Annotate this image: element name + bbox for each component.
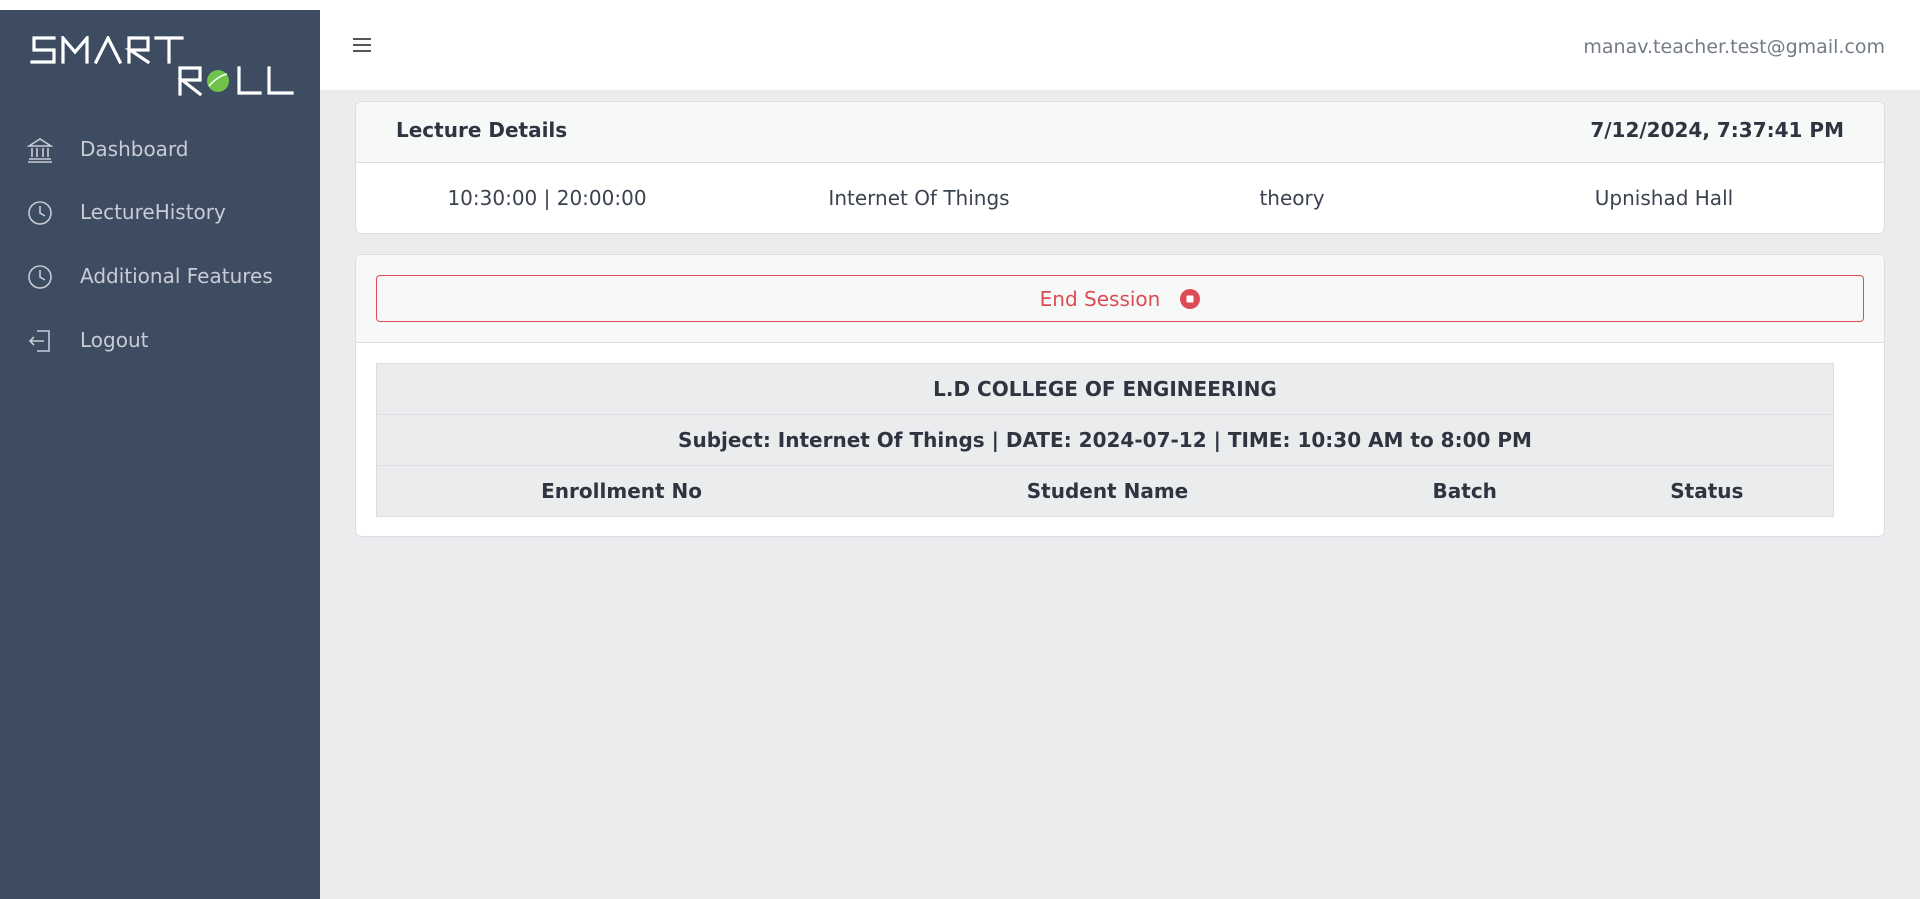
sidebar-item-label: Dashboard [80,137,189,161]
column-header-enrollment: Enrollment No [376,465,867,517]
sidebar-item-label: Logout [80,328,149,352]
lecture-timestamp: 7/12/2024, 7:37:41 PM [1590,118,1844,142]
column-header-batch: Batch [1348,465,1581,517]
top-bar: manav.teacher.test@gmail.com [320,0,1920,90]
attendance-table: L.D COLLEGE OF ENGINEERING Subject: Inte… [376,363,1834,517]
table-row: Subject: Internet Of Things | DATE: 2024… [376,414,1834,466]
logout-icon [28,330,50,352]
table-header-row: Enrollment No Student Name Batch Status [376,465,1834,517]
stop-circle-icon [1180,288,1201,309]
sidebar: Dashboard LectureHistory Additional Feat… [0,0,320,899]
lecture-info-row: 10:30:00 | 20:00:00 Internet Of Things t… [356,163,1884,233]
session-card: End Session L.D COLLEGE OF ENGINEERING S… [355,254,1885,537]
sidebar-item-label: Additional Features [80,264,273,288]
clock-icon [28,265,52,289]
lecture-details-title: Lecture Details [396,118,568,142]
sidebar-item-logout[interactable]: Logout [0,316,320,364]
lecture-details-card: Lecture Details 7/12/2024, 7:37:41 PM 10… [355,101,1885,234]
lecture-time-range: 10:30:00 | 20:00:00 [447,186,647,210]
user-email: manav.teacher.test@gmail.com [1583,36,1885,58]
lecture-subject: Internet Of Things [828,186,1010,210]
end-session-button[interactable]: End Session [376,275,1864,322]
smart-roll-logo[interactable] [30,36,295,96]
sidebar-item-lecture-history[interactable]: LectureHistory [0,188,320,236]
sidebar-item-additional-features[interactable]: Additional Features [0,252,320,300]
session-info: Subject: Internet Of Things | DATE: 2024… [376,414,1834,466]
lecture-type: theory [1259,186,1325,210]
sidebar-item-dashboard[interactable]: Dashboard [0,125,320,173]
column-header-status: Status [1580,465,1834,517]
session-controls: End Session [356,255,1884,343]
college-name: L.D COLLEGE OF ENGINEERING [376,363,1834,415]
lecture-details-header: Lecture Details 7/12/2024, 7:37:41 PM [356,102,1884,163]
bank-icon [27,138,53,163]
page-top-edge [0,0,320,10]
lecture-venue: Upnishad Hall [1594,186,1734,210]
sidebar-item-label: LectureHistory [80,200,226,224]
clock-icon [28,201,52,225]
hamburger-menu-icon[interactable] [350,34,376,58]
table-row: L.D COLLEGE OF ENGINEERING [376,363,1834,415]
column-header-student-name: Student Name [866,465,1349,517]
end-session-label: End Session [1039,286,1161,311]
